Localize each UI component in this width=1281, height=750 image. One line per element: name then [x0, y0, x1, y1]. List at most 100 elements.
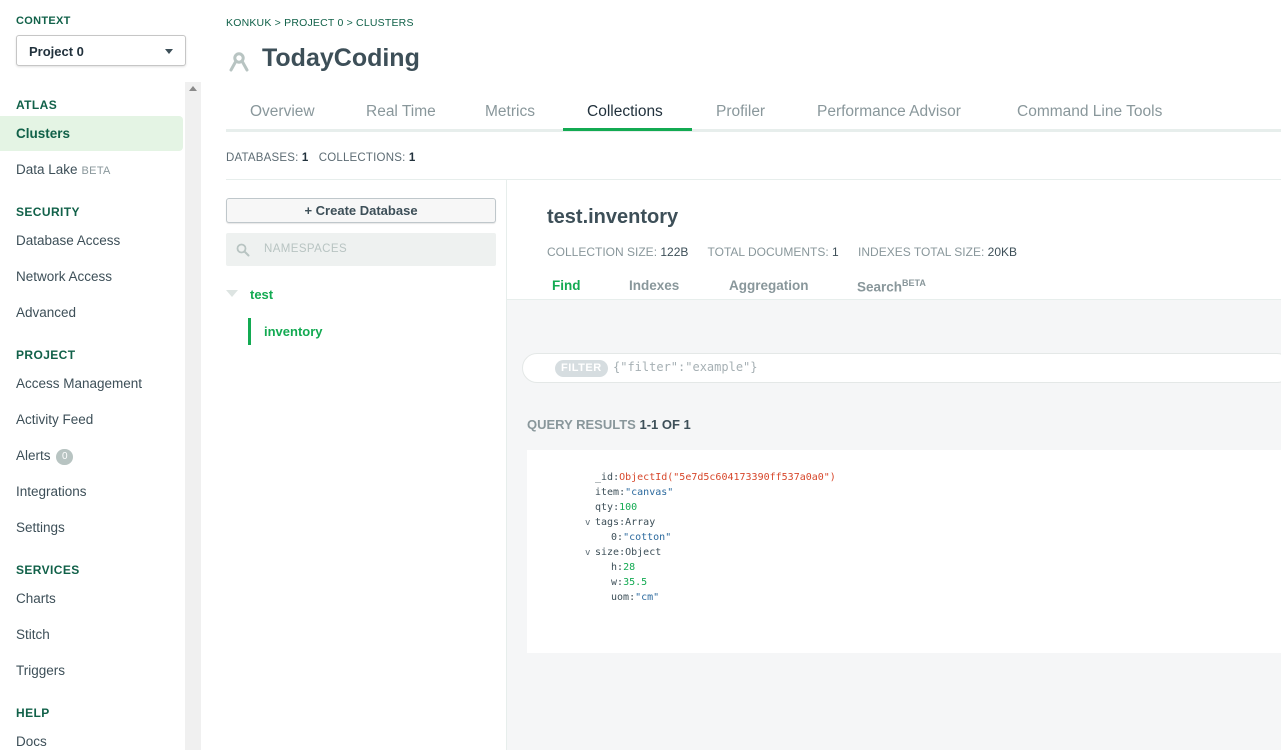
- sidebar-item-integrations[interactable]: Integrations: [16, 484, 87, 499]
- section-project: PROJECT: [16, 348, 76, 362]
- scroll-up-icon[interactable]: [189, 86, 197, 91]
- total-documents-label: TOTAL DOCUMENTS:: [707, 245, 829, 259]
- project-select[interactable]: Project 0: [16, 35, 186, 66]
- sidebar-item-alerts[interactable]: Alerts 0: [16, 448, 74, 465]
- create-database-label: Create Database: [315, 203, 418, 218]
- field-value: 100: [619, 502, 638, 513]
- breadcrumb[interactable]: KONKUK > PROJECT 0 > CLUSTERS: [226, 17, 414, 29]
- field-type: Array: [625, 517, 656, 528]
- field-key: uom: [611, 592, 630, 603]
- field-size-uom: uom:"cm": [611, 592, 660, 603]
- sidebar-item-advanced[interactable]: Advanced: [16, 305, 76, 320]
- sidebar-scrollbar[interactable]: [185, 82, 201, 750]
- indexes-size-label: INDEXES TOTAL SIZE:: [858, 245, 985, 259]
- tab-real-time[interactable]: Real Time: [366, 103, 436, 121]
- sidebar-item-label: Alerts: [16, 448, 51, 463]
- filter-input[interactable]: {"filter":"example"}: [613, 360, 758, 374]
- field-value: "cotton": [623, 532, 672, 543]
- beta-tag: BETA: [81, 165, 111, 177]
- indexes-size-value: 20KB: [987, 245, 1017, 259]
- field-key: tags: [595, 517, 620, 528]
- context-label: CONTEXT: [16, 15, 71, 27]
- expand-chevron-icon[interactable]: v: [585, 548, 590, 558]
- active-tab-indicator: [563, 128, 692, 131]
- sidebar-item-settings[interactable]: Settings: [16, 520, 65, 535]
- tab-command-line-tools[interactable]: Command Line Tools: [1017, 103, 1162, 121]
- sidebar-item-label: Clusters: [16, 126, 71, 141]
- field-value: "canvas": [625, 487, 674, 498]
- section-help: HELP: [16, 706, 50, 720]
- collection-name: inventory: [264, 324, 323, 339]
- tab-search-label: Search: [857, 279, 903, 295]
- document-card[interactable]: _id:ObjectId("5e7d5c604173390ff537a0a0")…: [527, 450, 1281, 653]
- filter-bar[interactable]: FILTER {"filter":"example"}: [522, 353, 1281, 383]
- query-results-label: QUERY RESULTS: [527, 417, 636, 432]
- field-key: qty: [595, 502, 614, 513]
- create-database-button[interactable]: + Create Database: [226, 198, 496, 223]
- field-item: item:"canvas": [595, 487, 674, 498]
- field-key: _id: [595, 472, 614, 483]
- tab-search[interactable]: SearchBETA: [857, 278, 926, 295]
- expand-chevron-icon[interactable]: v: [585, 518, 590, 528]
- collections-label: COLLECTIONS:: [318, 152, 406, 164]
- namespace-search[interactable]: NAMESPACES: [226, 233, 496, 266]
- beta-tag: BETA: [902, 278, 926, 288]
- field-value: 35.5: [623, 577, 648, 588]
- tab-find[interactable]: Find: [552, 278, 581, 293]
- database-name: test: [250, 287, 274, 302]
- field-type: Object: [625, 547, 662, 558]
- section-security: SECURITY: [16, 205, 80, 219]
- sidebar: CONTEXT Project 0 ATLAS Clusters Data La…: [0, 0, 186, 750]
- field-key: size: [595, 547, 620, 558]
- section-services: SERVICES: [16, 563, 80, 577]
- sidebar-item-clusters[interactable]: Clusters: [0, 116, 183, 151]
- databases-label: DATABASES:: [226, 152, 299, 164]
- section-atlas: ATLAS: [16, 98, 58, 112]
- collections-count: 1: [408, 152, 416, 164]
- tab-overview[interactable]: Overview: [250, 103, 315, 121]
- cluster-tabs: Overview Real Time Metrics Collections P…: [226, 96, 1281, 132]
- field-size-w: w:35.5: [611, 577, 648, 588]
- namespace-search-placeholder: NAMESPACES: [264, 243, 348, 255]
- app-window: CONTEXT Project 0 ATLAS Clusters Data La…: [0, 0, 1281, 750]
- collection-subtabs: Find Indexes Aggregation SearchBETA: [507, 270, 1281, 300]
- collection-title: test.inventory: [547, 206, 679, 228]
- caret-down-icon[interactable]: [226, 290, 238, 297]
- tab-collections[interactable]: Collections: [587, 103, 663, 121]
- database-counts: DATABASES: 1 COLLECTIONS: 1: [226, 152, 416, 164]
- field-id: _id:ObjectId("5e7d5c604173390ff537a0a0"): [595, 472, 836, 483]
- sidebar-item-charts[interactable]: Charts: [16, 591, 56, 606]
- tab-indexes[interactable]: Indexes: [629, 278, 679, 293]
- database-item-test[interactable]: test: [226, 285, 496, 305]
- tab-aggregation[interactable]: Aggregation: [729, 278, 809, 293]
- sidebar-item-activity-feed[interactable]: Activity Feed: [16, 412, 93, 427]
- field-key: item: [595, 487, 620, 498]
- collection-item-inventory[interactable]: inventory: [248, 318, 496, 345]
- field-value: "cm": [635, 592, 660, 603]
- plus-icon: +: [304, 203, 313, 218]
- databases-count: 1: [301, 152, 309, 164]
- collection-size-label: COLLECTION SIZE:: [547, 245, 658, 259]
- sidebar-item-triggers[interactable]: Triggers: [16, 663, 65, 678]
- query-results-range: 1-1 OF 1: [639, 417, 691, 432]
- search-icon: [236, 243, 250, 257]
- alerts-count-badge: 0: [56, 449, 74, 465]
- cluster-icon: [229, 52, 249, 72]
- tab-performance-advisor[interactable]: Performance Advisor: [817, 103, 961, 121]
- sidebar-item-data-lake[interactable]: Data Lake BETA: [16, 162, 111, 177]
- sidebar-item-network-access[interactable]: Network Access: [16, 269, 112, 284]
- field-size-h: h:28: [611, 562, 636, 573]
- sidebar-item-access-management[interactable]: Access Management: [16, 376, 142, 391]
- project-select-value: Project 0: [29, 44, 84, 59]
- field-qty: qty:100: [595, 502, 638, 513]
- sidebar-item-docs[interactable]: Docs: [16, 734, 47, 749]
- tab-metrics[interactable]: Metrics: [485, 103, 535, 121]
- filter-chip: FILTER: [555, 360, 608, 377]
- chevron-down-icon: [165, 49, 173, 54]
- sidebar-item-stitch[interactable]: Stitch: [16, 627, 50, 642]
- collection-stats: COLLECTION SIZE: 122B TOTAL DOCUMENTS: 1…: [547, 245, 1033, 259]
- sidebar-item-database-access[interactable]: Database Access: [16, 233, 120, 248]
- query-results-summary: QUERY RESULTS 1-1 OF 1: [527, 417, 691, 432]
- page-title: TodayCoding: [262, 44, 420, 72]
- tab-profiler[interactable]: Profiler: [716, 103, 765, 121]
